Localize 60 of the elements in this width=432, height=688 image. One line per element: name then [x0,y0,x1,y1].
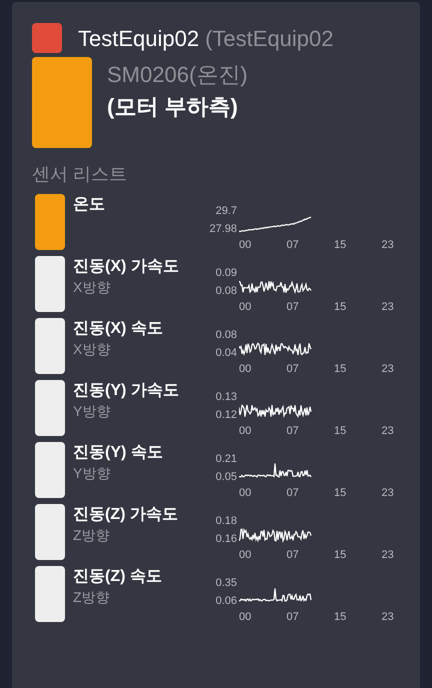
hour-tick: 15 [334,486,348,500]
sensor-name: 진동(X) 속도 [73,319,164,339]
section-title: 센서 리스트 [32,163,128,186]
sensor-direction: X방향 [73,340,112,358]
hour-tick: 00 [239,300,252,314]
min-value: 0.06 [216,594,237,609]
hour-tick: 07 [286,486,300,500]
max-value: 0.09 [216,266,237,281]
sensor-name: 진동(Z) 속도 [73,567,163,587]
sensor-direction: Z방향 [73,588,111,606]
sensor-direction: Y방향 [73,464,112,482]
max-value: 29.7 [216,204,237,219]
hour-tick: 00 [239,486,252,500]
sensor-name: 진동(X) 가속도 [73,257,180,277]
hour-tick: 23 [382,548,395,562]
hour-tick: 00 [239,424,252,438]
min-value: 0.04 [216,346,237,361]
hour-tick: 23 [382,610,395,624]
hour-tick: 00 [239,362,252,376]
hour-tick: 07 [286,362,300,376]
sensor-direction: X방향 [73,278,112,296]
equipment-code: (TestEquip02 [205,24,334,53]
min-value: 0.08 [216,284,237,299]
sensor-direction: Y방향 [73,402,112,420]
sensor-direction: Z방향 [73,526,111,544]
sensor-model: SM0206(온진) [107,61,248,89]
hour-tick: 07 [286,610,300,624]
hour-tick: 15 [334,362,348,376]
sensor-location: (모터 부하측) [107,93,239,121]
hour-tick: 07 [286,300,300,314]
hour-tick: 15 [334,548,348,562]
hour-tick: 07 [286,424,300,438]
sensor-name: 진동(Y) 가속도 [73,381,180,401]
min-value: 27.98 [209,222,237,237]
hour-tick: 23 [382,238,395,252]
hour-tick: 00 [239,610,252,624]
min-value: 0.16 [216,532,237,547]
max-value: 0.13 [216,390,237,405]
hour-tick: 23 [382,362,395,376]
hour-tick: 00 [239,548,252,562]
hour-tick: 23 [382,424,395,438]
sensor-name: 온도 [73,195,106,215]
hour-tick: 07 [286,238,300,252]
hour-tick: 15 [334,610,348,624]
max-value: 0.08 [216,328,237,343]
equipment-name: TestEquip02 [78,24,200,53]
sensor-name: 진동(Y) 속도 [73,443,164,463]
hour-tick: 07 [286,548,300,562]
hour-tick: 15 [334,238,348,252]
hour-tick: 23 [382,486,395,500]
hour-tick: 15 [334,300,348,314]
hour-tick: 23 [382,300,395,314]
hour-tick: 15 [334,424,348,438]
max-value: 0.18 [216,514,237,529]
min-value: 0.12 [216,408,237,423]
sensor-name: 진동(Z) 가속도 [73,505,179,525]
hour-tick: 00 [239,238,252,252]
min-value: 0.05 [216,470,237,485]
max-value: 0.21 [216,452,237,467]
max-value: 0.35 [216,576,237,591]
